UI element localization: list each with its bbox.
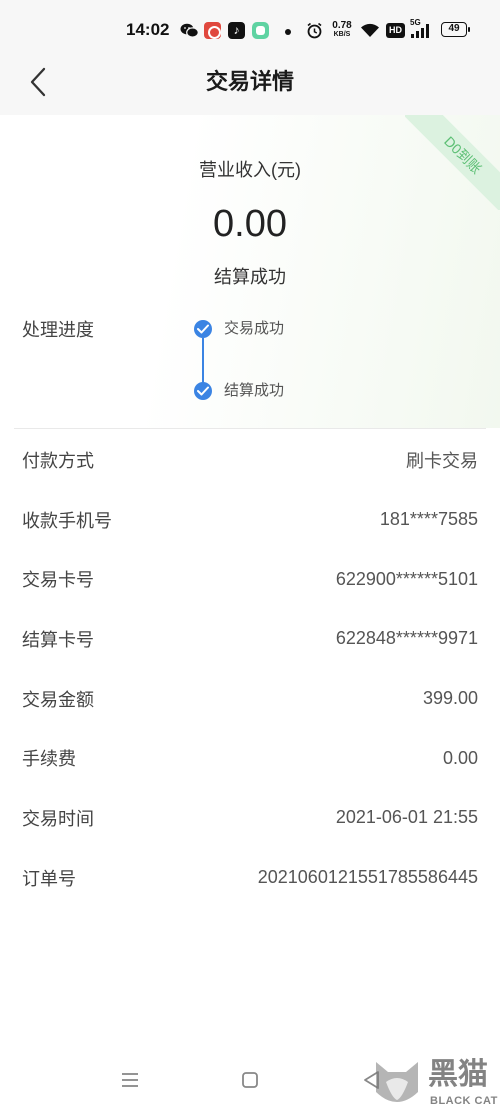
black-cat-logo-icon [368, 1052, 426, 1110]
divider [14, 428, 486, 429]
hd-badge: HD [386, 23, 405, 38]
wechat-icon [180, 23, 199, 43]
menu-icon [122, 1073, 138, 1087]
network-speed-unit: KB/S [333, 31, 351, 38]
detail-value: 2021060121551785586445 [257, 867, 478, 888]
detail-row-fee: 手续费 0.00 [0, 728, 500, 788]
notification-dot-icon [285, 29, 291, 35]
detail-label: 付款方式 [22, 450, 94, 471]
detail-value: 2021-06-01 21:55 [335, 807, 478, 828]
red-app-icon [204, 22, 221, 39]
detail-label: 结算卡号 [22, 629, 94, 650]
detail-value: 0.00 [442, 747, 478, 768]
green-app-icon [252, 22, 269, 39]
check-circle-icon [194, 320, 212, 338]
income-amount: 0.00 [213, 203, 287, 245]
detail-value: 622900******5101 [335, 568, 478, 589]
detail-label: 交易金额 [22, 689, 94, 710]
detail-row-phone: 收款手机号 181****7585 [0, 490, 500, 550]
network-speed-value: 0.78 [332, 20, 352, 31]
detail-value: 399.00 [422, 688, 478, 709]
detail-value: 622848******9971 [335, 628, 478, 649]
detail-label: 收款手机号 [22, 510, 112, 531]
progress-step-label: 交易成功 [224, 320, 285, 337]
signal-icon [411, 24, 431, 43]
income-label: 营业收入(元) [199, 160, 301, 180]
detail-label: 手续费 [22, 749, 76, 770]
watermark-text-cn: 黑猫 [428, 1058, 488, 1091]
detail-value: 181****7585 [379, 509, 478, 530]
battery-icon: 49 [441, 22, 470, 37]
alarm-icon [306, 22, 323, 44]
detail-row-amount: 交易金额 399.00 [0, 669, 500, 729]
detail-row-order-number: 订单号 2021060121551785586445 [0, 848, 500, 908]
detail-row-time: 交易时间 2021-06-01 21:55 [0, 788, 500, 848]
progress-label: 处理进度 [22, 320, 94, 340]
page-title: 交易详情 [205, 69, 294, 94]
settlement-status: 结算成功 [214, 267, 286, 287]
progress-step-label: 结算成功 [224, 382, 285, 399]
check-circle-icon [194, 382, 212, 400]
summary-card: D0到账 营业收入(元) 0.00 结算成功 处理进度 交易成功 结算成功 [0, 115, 500, 428]
home-button[interactable] [238, 1068, 262, 1092]
detail-label: 交易卡号 [22, 570, 94, 591]
home-square-icon [242, 1072, 258, 1088]
detail-value: 刷卡交易 [406, 450, 478, 471]
tiktok-icon: ♪ [228, 22, 245, 39]
detail-row-transaction-card: 交易卡号 622900******5101 [0, 549, 500, 609]
detail-row-settlement-card: 结算卡号 622848******9971 [0, 609, 500, 669]
detail-label: 订单号 [22, 868, 76, 889]
detail-list: 付款方式 刷卡交易 收款手机号 181****7585 交易卡号 622900*… [0, 430, 500, 908]
detail-label: 交易时间 [22, 808, 94, 829]
watermark-text-en: BLACK CAT [430, 1095, 498, 1107]
network-speed: 0.78 KB/S [330, 20, 354, 39]
recent-apps-button[interactable] [118, 1068, 142, 1092]
wifi-icon [360, 23, 380, 43]
status-time: 14:02 [126, 20, 170, 39]
detail-row-payment-method: 付款方式 刷卡交易 [0, 430, 500, 490]
top-bar: 14:02 ♪ 0.78 KB/S HD 5G 49 交易详情 [0, 0, 500, 115]
transaction-detail-screen: 14:02 ♪ 0.78 KB/S HD 5G 49 交易详情 D0到账 营业收… [0, 0, 500, 1111]
